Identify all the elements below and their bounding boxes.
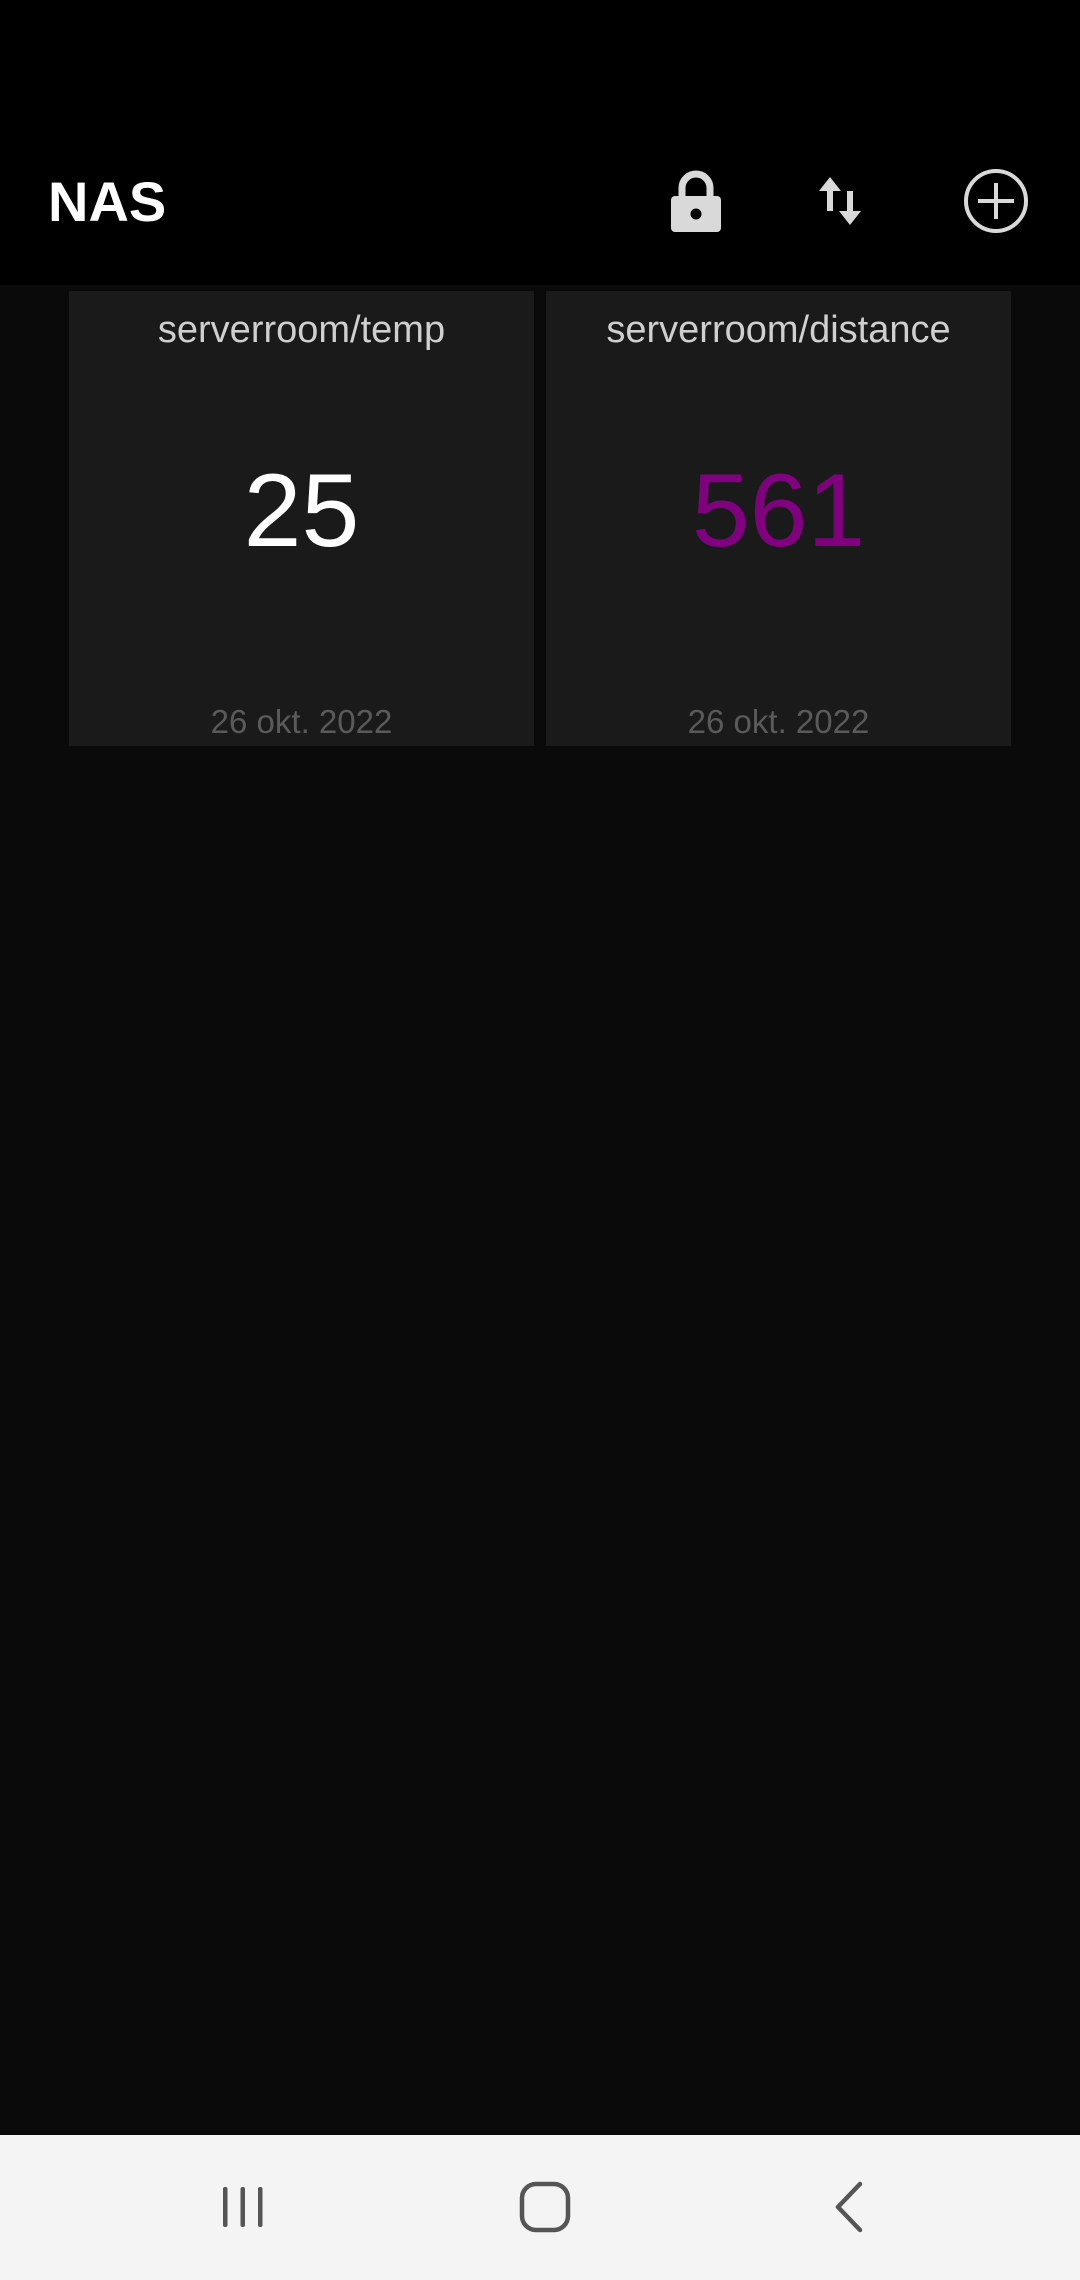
status-bar bbox=[0, 0, 1080, 100]
recents-button[interactable] bbox=[183, 2157, 303, 2257]
tile-serverroom-temp[interactable]: serverroom/temp 25 26 okt. 2022 bbox=[69, 291, 534, 746]
lock-icon bbox=[671, 170, 721, 232]
app-bar: NAS bbox=[0, 100, 1080, 285]
home-icon bbox=[519, 2181, 571, 2233]
swap-vertical-icon bbox=[819, 177, 861, 225]
add-circle-icon bbox=[964, 169, 1028, 233]
sort-button[interactable] bbox=[790, 146, 890, 256]
tile-date: 26 okt. 2022 bbox=[210, 703, 393, 740]
add-button[interactable] bbox=[946, 146, 1046, 256]
home-button[interactable] bbox=[485, 2157, 605, 2257]
screen: NAS serverroom/temp 25 26 okt. 2022 serv… bbox=[0, 0, 1080, 2280]
tile-value: 25 bbox=[243, 453, 360, 569]
dashboard-grid: serverroom/temp 25 26 okt. 2022 serverro… bbox=[0, 285, 1080, 2135]
back-button[interactable] bbox=[788, 2157, 908, 2257]
system-nav-bar bbox=[0, 2135, 1080, 2280]
lock-button[interactable] bbox=[646, 146, 746, 256]
tile-serverroom-distance[interactable]: serverroom/distance 561 26 okt. 2022 bbox=[546, 291, 1011, 746]
recents-icon bbox=[223, 2187, 263, 2227]
tile-date: 26 okt. 2022 bbox=[687, 703, 870, 740]
tile-topic: serverroom/distance bbox=[606, 309, 951, 351]
back-icon bbox=[835, 2181, 863, 2233]
app-title: NAS bbox=[48, 170, 167, 233]
tile-topic: serverroom/temp bbox=[157, 309, 446, 351]
tile-value: 561 bbox=[691, 453, 866, 569]
